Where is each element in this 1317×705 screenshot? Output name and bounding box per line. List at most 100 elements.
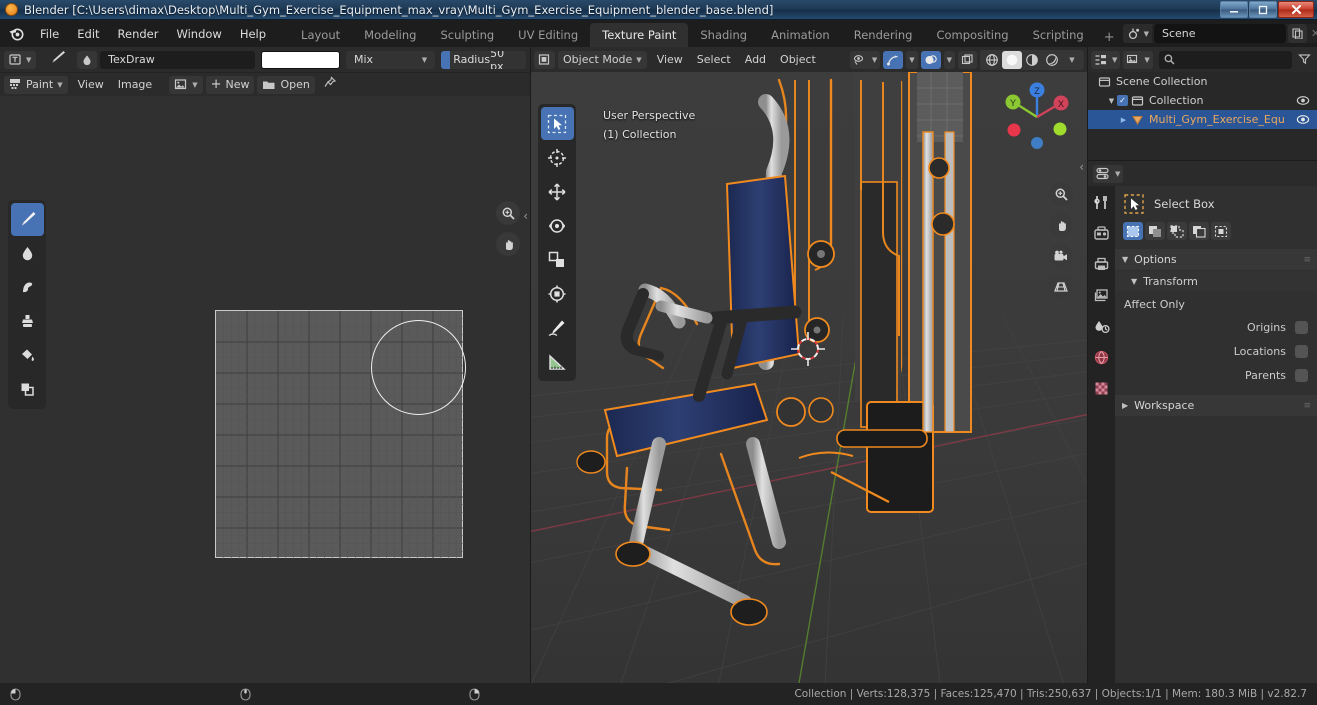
viewport-sidebar-toggle[interactable]: ‹ xyxy=(1079,160,1084,174)
zoom-icon[interactable] xyxy=(496,201,520,225)
soften-tool[interactable] xyxy=(11,237,44,270)
tab-compositing[interactable]: Compositing xyxy=(924,23,1020,47)
transform-panel-header[interactable]: ▼ Transform xyxy=(1115,271,1317,291)
select-subtract-button[interactable] xyxy=(1167,222,1187,240)
annotate-tool[interactable] xyxy=(541,311,574,344)
gizmo-toggle[interactable] xyxy=(883,50,904,69)
scene-tab[interactable] xyxy=(1091,315,1113,337)
tool-tab[interactable] xyxy=(1091,191,1113,213)
brush-datablock-icon[interactable] xyxy=(77,50,98,69)
smear-tool[interactable] xyxy=(11,271,44,304)
output-tab[interactable] xyxy=(1091,253,1113,275)
tab-uv-editing[interactable]: UV Editing xyxy=(506,23,590,47)
menu-file[interactable]: File xyxy=(31,24,68,44)
display-mode-dropdown[interactable]: ▼ xyxy=(1123,50,1153,69)
draw-brush-tool[interactable] xyxy=(10,203,44,236)
menu-edit[interactable]: Edit xyxy=(68,24,108,44)
visibility-eye-icon[interactable] xyxy=(1296,95,1310,106)
xray-toggle[interactable] xyxy=(958,50,977,69)
select-invert-button[interactable] xyxy=(1189,222,1209,240)
tab-texture-paint[interactable]: Texture Paint xyxy=(590,23,689,47)
editor-type-selector[interactable]: ▼ xyxy=(4,50,37,69)
shading-wireframe-button[interactable] xyxy=(982,51,1002,69)
locations-checkbox[interactable] xyxy=(1295,344,1308,358)
zoom-icon[interactable] xyxy=(1049,182,1073,206)
shading-dropdown[interactable]: ▼ xyxy=(1062,51,1082,69)
image-view-menu[interactable]: View xyxy=(71,76,111,93)
move-tool[interactable] xyxy=(541,175,574,208)
object-mode-dropdown[interactable]: Object Mode ▼ xyxy=(558,50,647,69)
minimize-button[interactable] xyxy=(1220,1,1248,18)
rotate-tool[interactable] xyxy=(541,209,574,242)
close-button[interactable] xyxy=(1278,1,1314,18)
menu-window[interactable]: Window xyxy=(167,24,230,44)
grid-icon[interactable] xyxy=(1049,275,1073,299)
select-extend-button[interactable] xyxy=(1145,222,1165,240)
menu-help[interactable]: Help xyxy=(231,24,275,44)
expand-arrow-icon[interactable]: ▶ xyxy=(1118,116,1129,124)
filter-icon[interactable] xyxy=(1295,50,1314,69)
select-intersect-button[interactable] xyxy=(1211,222,1231,240)
parents-checkbox-row[interactable]: Parents xyxy=(1115,363,1317,387)
brush-color-swatch[interactable] xyxy=(260,50,340,69)
expand-arrow-icon[interactable]: ▼ xyxy=(1106,97,1117,105)
editor-type-selector[interactable]: ▼ xyxy=(1093,164,1124,183)
viewport-canvas[interactable]: User Perspective (1) Collection Z Y X ‹ xyxy=(531,72,1087,683)
camera-icon[interactable] xyxy=(1049,244,1073,268)
new-image-button[interactable]: + New xyxy=(205,75,255,94)
tab-scripting[interactable]: Scripting xyxy=(1021,23,1096,47)
locations-checkbox-row[interactable]: Locations xyxy=(1115,339,1317,363)
outliner-search-box[interactable] xyxy=(1158,50,1292,69)
add-workspace-button[interactable]: + xyxy=(1096,28,1123,47)
visibility-eye-icon[interactable] xyxy=(1296,114,1310,125)
fill-tool[interactable] xyxy=(11,339,44,372)
outliner-row-object[interactable]: ▶ Multi_Gym_Exercise_Equ xyxy=(1088,110,1317,129)
viewport-object-menu[interactable]: Object xyxy=(773,51,823,68)
shading-material-preview-button[interactable] xyxy=(1022,51,1042,69)
view-layer-tab[interactable] xyxy=(1091,284,1113,306)
tab-layout[interactable]: Layout xyxy=(289,23,352,47)
overlays-toggle[interactable] xyxy=(920,50,941,69)
image-editor-sidebar-toggle[interactable]: ‹ xyxy=(523,209,528,223)
collection-checkbox[interactable]: ✓ xyxy=(1117,95,1128,106)
outliner-row-scene-collection[interactable]: Scene Collection xyxy=(1088,72,1317,91)
visibility-dropdown[interactable]: ▼ xyxy=(849,50,881,69)
measure-tool[interactable] xyxy=(541,345,574,378)
render-tab[interactable] xyxy=(1091,222,1113,244)
overlays-dropdown[interactable]: ▼ xyxy=(943,50,955,69)
mask-tool[interactable] xyxy=(11,373,44,406)
blend-mode-dropdown[interactable]: Mix ▼ xyxy=(345,50,436,69)
texture-tab[interactable] xyxy=(1091,377,1113,399)
tab-animation[interactable]: Animation xyxy=(759,23,842,47)
unlink-scene-button[interactable]: ✕ xyxy=(1307,24,1317,43)
image-editor-canvas[interactable]: ‹ xyxy=(0,143,530,705)
menu-render[interactable]: Render xyxy=(109,24,168,44)
pan-icon[interactable] xyxy=(1049,213,1073,237)
navigation-gizmo[interactable]: Z Y X xyxy=(997,77,1077,157)
tab-shading[interactable]: Shading xyxy=(688,23,759,47)
viewport-add-menu[interactable]: Add xyxy=(738,51,773,68)
gizmo-options-dropdown[interactable]: ▼ xyxy=(906,50,918,69)
brush-radius-slider[interactable]: Radius 50 px xyxy=(441,50,526,69)
editor-type-selector[interactable]: ▼ xyxy=(1091,50,1121,69)
workspace-panel-header[interactable]: ▶ Workspace ≡ xyxy=(1115,395,1317,416)
image-menu[interactable]: Image xyxy=(111,76,159,93)
open-image-button[interactable]: Open xyxy=(257,75,315,94)
shading-solid-button[interactable] xyxy=(1002,50,1022,69)
world-tab[interactable] xyxy=(1091,346,1113,368)
clone-tool[interactable] xyxy=(11,305,44,338)
scene-icon[interactable]: ▼ xyxy=(1122,24,1152,43)
origins-checkbox-row[interactable]: Origins xyxy=(1115,315,1317,339)
viewport-view-menu[interactable]: View xyxy=(650,51,690,68)
pin-icon[interactable] xyxy=(323,75,337,94)
viewport-select-menu[interactable]: Select xyxy=(690,51,738,68)
origins-checkbox[interactable] xyxy=(1295,320,1308,334)
options-panel-header[interactable]: ▼ Options ≡ xyxy=(1115,249,1317,270)
editor-type-selector[interactable] xyxy=(534,50,555,69)
new-scene-button[interactable] xyxy=(1288,24,1307,43)
transform-tool[interactable] xyxy=(541,277,574,310)
tab-rendering[interactable]: Rendering xyxy=(842,23,925,47)
cursor-tool[interactable] xyxy=(541,141,574,174)
image-datablock-selector[interactable]: ▼ xyxy=(169,75,203,94)
outliner-row-collection[interactable]: ▼ ✓ Collection xyxy=(1088,91,1317,110)
